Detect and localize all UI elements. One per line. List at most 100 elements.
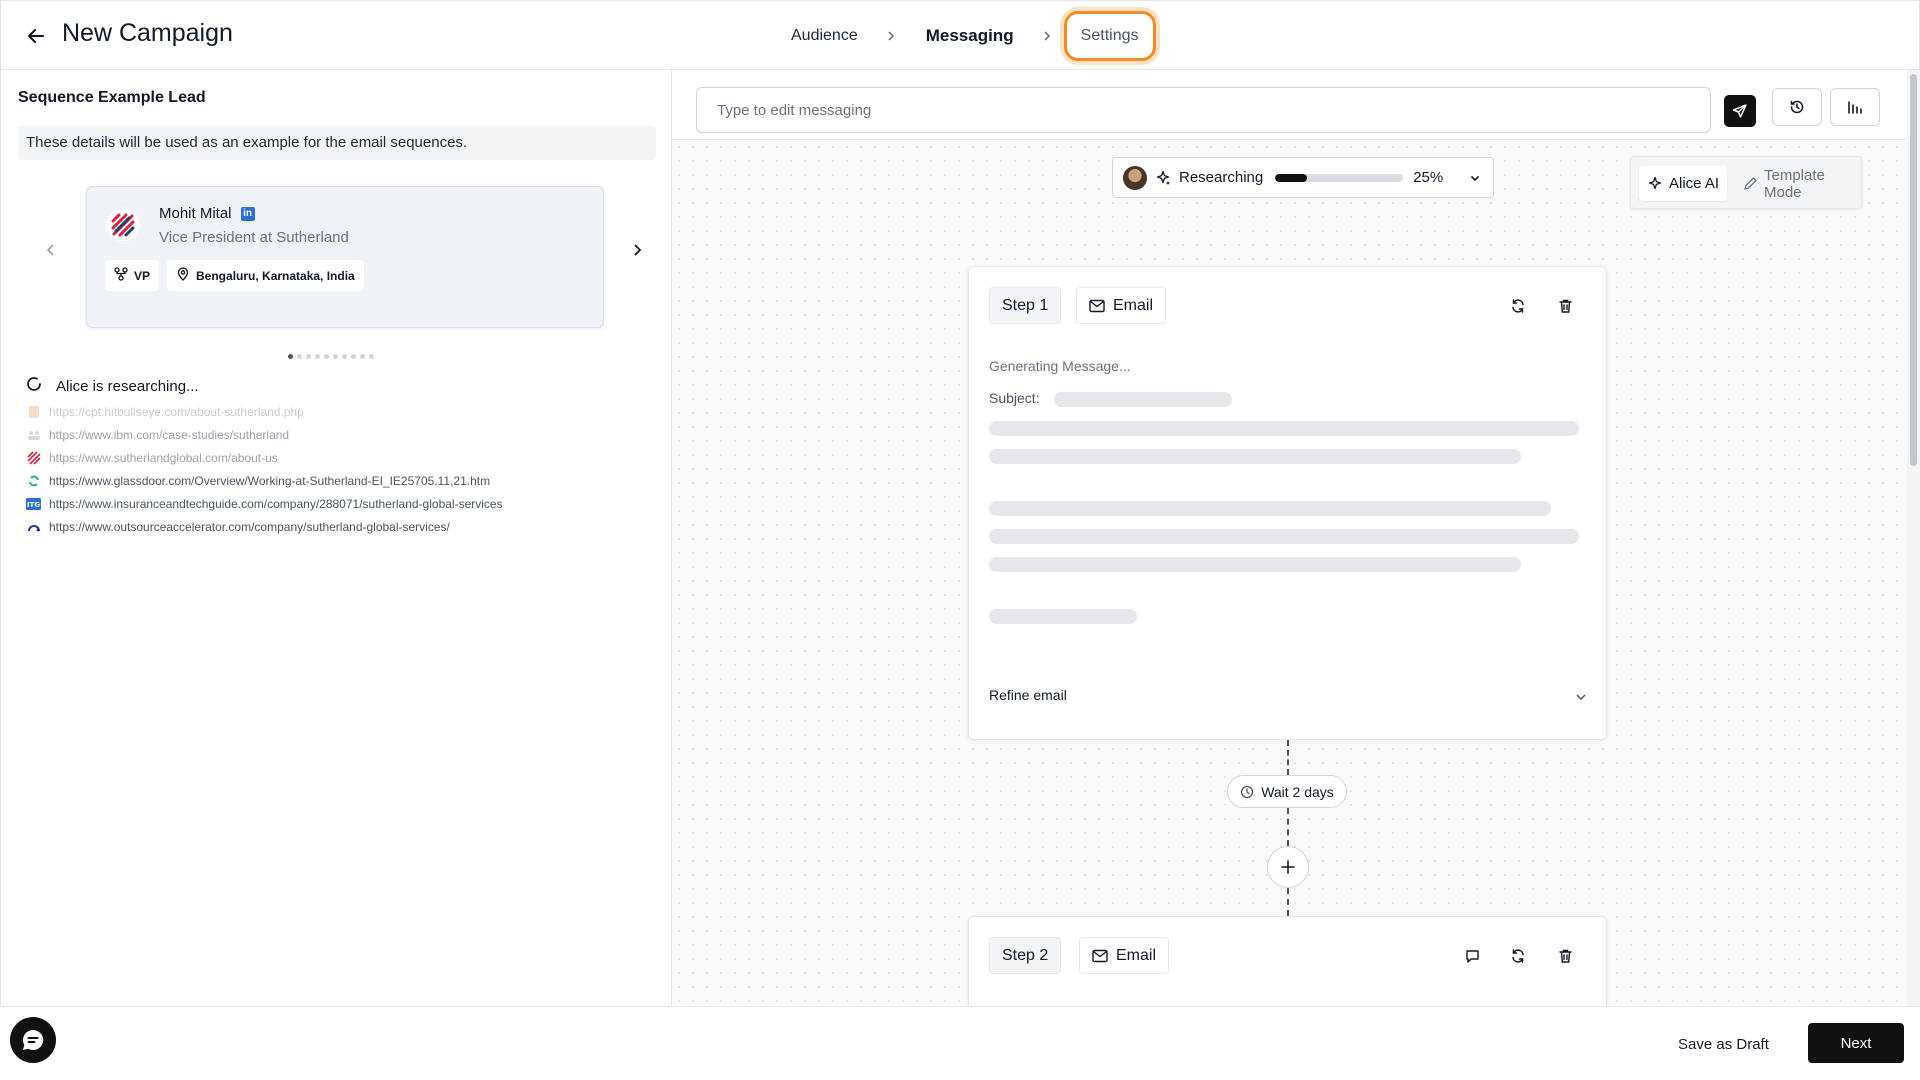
save-draft-button[interactable]: Save as Draft: [1668, 1025, 1779, 1063]
chevron-right-icon[interactable]: [629, 242, 645, 258]
refine-email-toggle[interactable]: Refine email: [989, 687, 1067, 703]
oa-logo-icon: [26, 520, 41, 534]
source-url: https://www.insuranceandtechguide.com/co…: [49, 496, 503, 511]
research-status-text: Alice is researching...: [56, 377, 199, 395]
scrollbar-thumb[interactable]: [1910, 74, 1917, 466]
alice-ai-mode-button[interactable]: Alice AI: [1639, 166, 1727, 201]
skeleton-line: [989, 557, 1521, 572]
carousel-dot[interactable]: [306, 354, 311, 359]
carousel-dot[interactable]: [324, 354, 329, 359]
source-item[interactable]: https://www.sutherlandglobal.com/about-u…: [26, 446, 503, 469]
source-item[interactable]: https://cpt.hitbullseye.com/about-suther…: [26, 400, 503, 423]
lead-name-text: Mohit Mital: [159, 205, 232, 222]
source-item[interactable]: https://www.outsourceaccelerator.com/com…: [26, 515, 503, 538]
chevron-right-icon: [1042, 30, 1054, 42]
sparkle-icon: [1155, 170, 1171, 186]
add-step-button[interactable]: [1267, 846, 1309, 888]
itg-logo-icon: ITG: [26, 497, 41, 511]
step-settings[interactable]: Settings: [1063, 11, 1156, 61]
source-item[interactable]: https://www.ibm.com/case-studies/sutherl…: [26, 423, 503, 446]
trash-icon[interactable]: [1556, 297, 1574, 315]
chevron-down-icon: [1469, 171, 1483, 185]
alice-ai-label: Alice AI: [1668, 175, 1720, 192]
analytics-button[interactable]: [1830, 88, 1880, 126]
chevron-left-icon[interactable]: [43, 242, 59, 258]
carousel-dot[interactable]: [351, 354, 356, 359]
messaging-prompt-input[interactable]: [696, 87, 1711, 133]
carousel-dot[interactable]: [360, 354, 365, 359]
sequence-connector: [1287, 740, 1289, 775]
source-url: https://www.ibm.com/case-studies/sutherl…: [49, 427, 290, 442]
carousel-dot[interactable]: [369, 354, 374, 359]
history-button[interactable]: [1772, 88, 1822, 126]
location-tag: Bengaluru, Karnataka, India: [167, 260, 364, 291]
carousel-dot[interactable]: [342, 354, 347, 359]
trash-icon[interactable]: [1556, 947, 1574, 965]
research-progress-dropdown[interactable]: Researching 25%: [1112, 157, 1494, 198]
send-button[interactable]: [1724, 95, 1756, 127]
skeleton-line: [989, 421, 1579, 436]
channel-label: Email: [1113, 296, 1154, 314]
step-messaging[interactable]: Messaging: [926, 26, 1014, 46]
template-mode-label: Template Mode: [1764, 166, 1825, 201]
mode-switch: Alice AI Template Mode: [1630, 156, 1862, 209]
seniority-text: VP: [134, 268, 151, 283]
skeleton-line: [989, 449, 1521, 464]
page-title: New Campaign: [62, 19, 233, 47]
carousel-dot[interactable]: [315, 354, 320, 359]
skeleton-line: [989, 609, 1137, 624]
carousel-dot[interactable]: [297, 354, 302, 359]
history-icon: [1790, 100, 1804, 114]
source-url: https://www.sutherlandglobal.com/about-u…: [49, 450, 278, 465]
step-number-chip: Step 2: [989, 937, 1062, 974]
step-audience[interactable]: Audience: [791, 27, 858, 45]
carousel-dot[interactable]: [288, 354, 293, 359]
sequence-connector: [1287, 808, 1289, 846]
lead-panel-note: These details will be used as an example…: [18, 126, 656, 160]
svg-text:ITG: ITG: [27, 501, 40, 509]
source-item[interactable]: ITG https://www.insuranceandtechguide.co…: [26, 492, 503, 515]
lead-card[interactable]: Mohit Mital in Vice President at Sutherl…: [86, 186, 604, 328]
seniority-tag: VP: [105, 260, 160, 291]
carousel-dots: [288, 354, 374, 359]
top-header: New Campaign Audience Messaging Settings: [0, 0, 1920, 70]
support-chat-button[interactable]: [10, 1017, 56, 1063]
document-icon: [26, 405, 41, 419]
chevron-down-icon[interactable]: [1574, 690, 1588, 704]
research-percent: 25%: [1413, 169, 1444, 186]
step-card: Step 1 Email Generating Message... Subje…: [968, 266, 1607, 740]
linkedin-icon[interactable]: in: [240, 206, 255, 221]
wait-label: Wait 2 days: [1261, 783, 1334, 800]
research-progress-fill: [1275, 173, 1308, 182]
org-chart-icon: [114, 267, 128, 284]
step-card: Step 2 Email: [968, 916, 1607, 1006]
messaging-canvas: Researching 25% Alice AI Template Mode S…: [672, 70, 1920, 1006]
comment-icon[interactable]: [1463, 947, 1481, 965]
channel-chip[interactable]: Email: [1076, 287, 1167, 324]
template-mode-button[interactable]: Template Mode: [1743, 166, 1861, 201]
glassdoor-icon: [26, 474, 41, 488]
stepper: Audience Messaging Settings: [791, 11, 1156, 61]
next-button[interactable]: Next: [1808, 1023, 1904, 1063]
footer-bar: Save as Draft Next: [0, 1006, 1920, 1080]
chat-icon: [23, 1029, 44, 1050]
scrollbar[interactable]: [1907, 70, 1920, 1006]
bar-chart-icon: [1848, 101, 1862, 114]
sparkle-icon: [1647, 176, 1663, 192]
back-arrow-icon[interactable]: [23, 23, 49, 49]
channel-label: Email: [1116, 946, 1157, 964]
lead-role: Vice President at Sutherland: [159, 229, 349, 246]
channel-chip[interactable]: Email: [1079, 937, 1170, 974]
source-url: https://www.outsourceaccelerator.com/com…: [49, 519, 450, 534]
location-text: Bengaluru, Karnataka, India: [196, 268, 355, 283]
mail-icon: [1092, 949, 1108, 962]
chevron-right-icon: [886, 30, 898, 42]
regenerate-icon[interactable]: [1509, 947, 1527, 965]
source-item[interactable]: https://www.glassdoor.com/Overview/Worki…: [26, 469, 503, 492]
carousel-dot[interactable]: [333, 354, 338, 359]
lead-panel-title: Sequence Example Lead: [18, 89, 206, 106]
lead-tags: VP Bengaluru, Karnataka, India: [105, 260, 364, 291]
regenerate-icon[interactable]: [1509, 297, 1527, 315]
source-url: https://cpt.hitbullseye.com/about-suther…: [49, 404, 304, 419]
wait-delay-pill[interactable]: Wait 2 days: [1227, 775, 1347, 808]
